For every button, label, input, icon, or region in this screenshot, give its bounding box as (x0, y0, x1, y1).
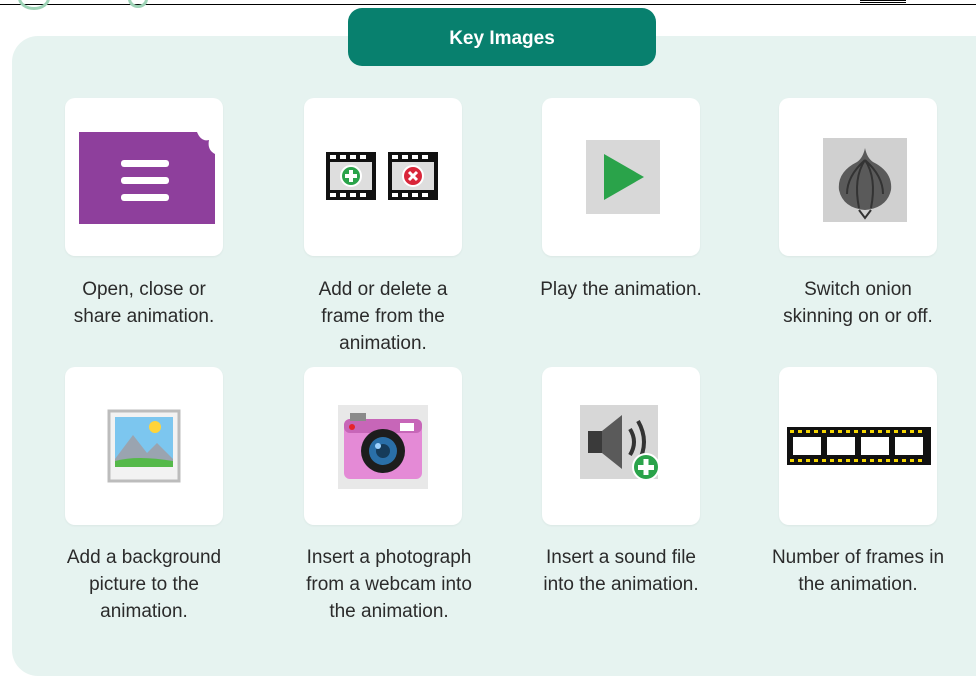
key-image-caption: Insert a sound file into the animation. (506, 544, 736, 598)
caption-line: animation. (339, 333, 427, 354)
key-image-caption: Add or delete a frame from the animation… (268, 276, 498, 357)
webcam-camera-icon (338, 405, 428, 489)
caption-line: Insert a sound file (546, 547, 696, 568)
film-frames-icon (787, 427, 931, 465)
key-image-caption: Number of frames in the animation. (743, 544, 973, 598)
caption-line: into the animation. (543, 574, 699, 595)
top-rule (0, 4, 976, 5)
caption-line: the animation. (329, 601, 449, 622)
panel-title-text: Key Images (449, 28, 555, 49)
key-image-card-open-close-share (65, 98, 223, 256)
key-image-caption: Open, close or share animation. (29, 276, 259, 330)
key-image-caption: Insert a photograph from a webcam into t… (274, 544, 504, 625)
key-image-card-background-picture (65, 367, 223, 525)
caption-line: Open, close or (82, 279, 206, 300)
caption-line: Add a background (66, 547, 222, 568)
add-delete-frame-icon (326, 152, 438, 200)
add-sound-icon (580, 405, 660, 481)
key-image-card-add-sound (542, 367, 700, 525)
key-image-card-play (542, 98, 700, 256)
caption-line: share animation. (73, 306, 215, 327)
caption-line: from a webcam into (306, 574, 472, 595)
caption-line: the animation. (798, 574, 918, 595)
key-image-caption: Play the animation. (506, 276, 736, 303)
play-icon (586, 140, 660, 214)
corner-decoration (128, 0, 148, 8)
key-image-card-add-delete-frame (304, 98, 462, 256)
key-image-caption: Add a background picture to the animatio… (29, 544, 259, 625)
background-picture-icon (107, 409, 181, 483)
caption-line: frame from the (321, 306, 445, 327)
panel-title: Key Images (348, 8, 656, 66)
key-image-caption: Switch onion skinning on or off. (743, 276, 973, 330)
corner-decoration (18, 0, 50, 10)
key-image-card-onion-skinning (779, 98, 937, 256)
key-image-card-webcam-photo (304, 367, 462, 525)
caption-line: Number of frames in (771, 547, 945, 568)
key-image-card-frame-count (779, 367, 937, 525)
caption-line: animation. (100, 601, 188, 622)
top-mark (860, 0, 906, 3)
caption-line: Play the animation. (540, 279, 702, 300)
onion-icon (823, 138, 907, 222)
menu-folder-icon (79, 132, 215, 224)
caption-line: skinning on or off. (783, 306, 933, 327)
caption-line: picture to the (89, 574, 199, 595)
caption-line: Insert a photograph (306, 547, 472, 568)
caption-line: Add or delete a (318, 279, 448, 300)
caption-line: Switch onion (804, 279, 912, 300)
